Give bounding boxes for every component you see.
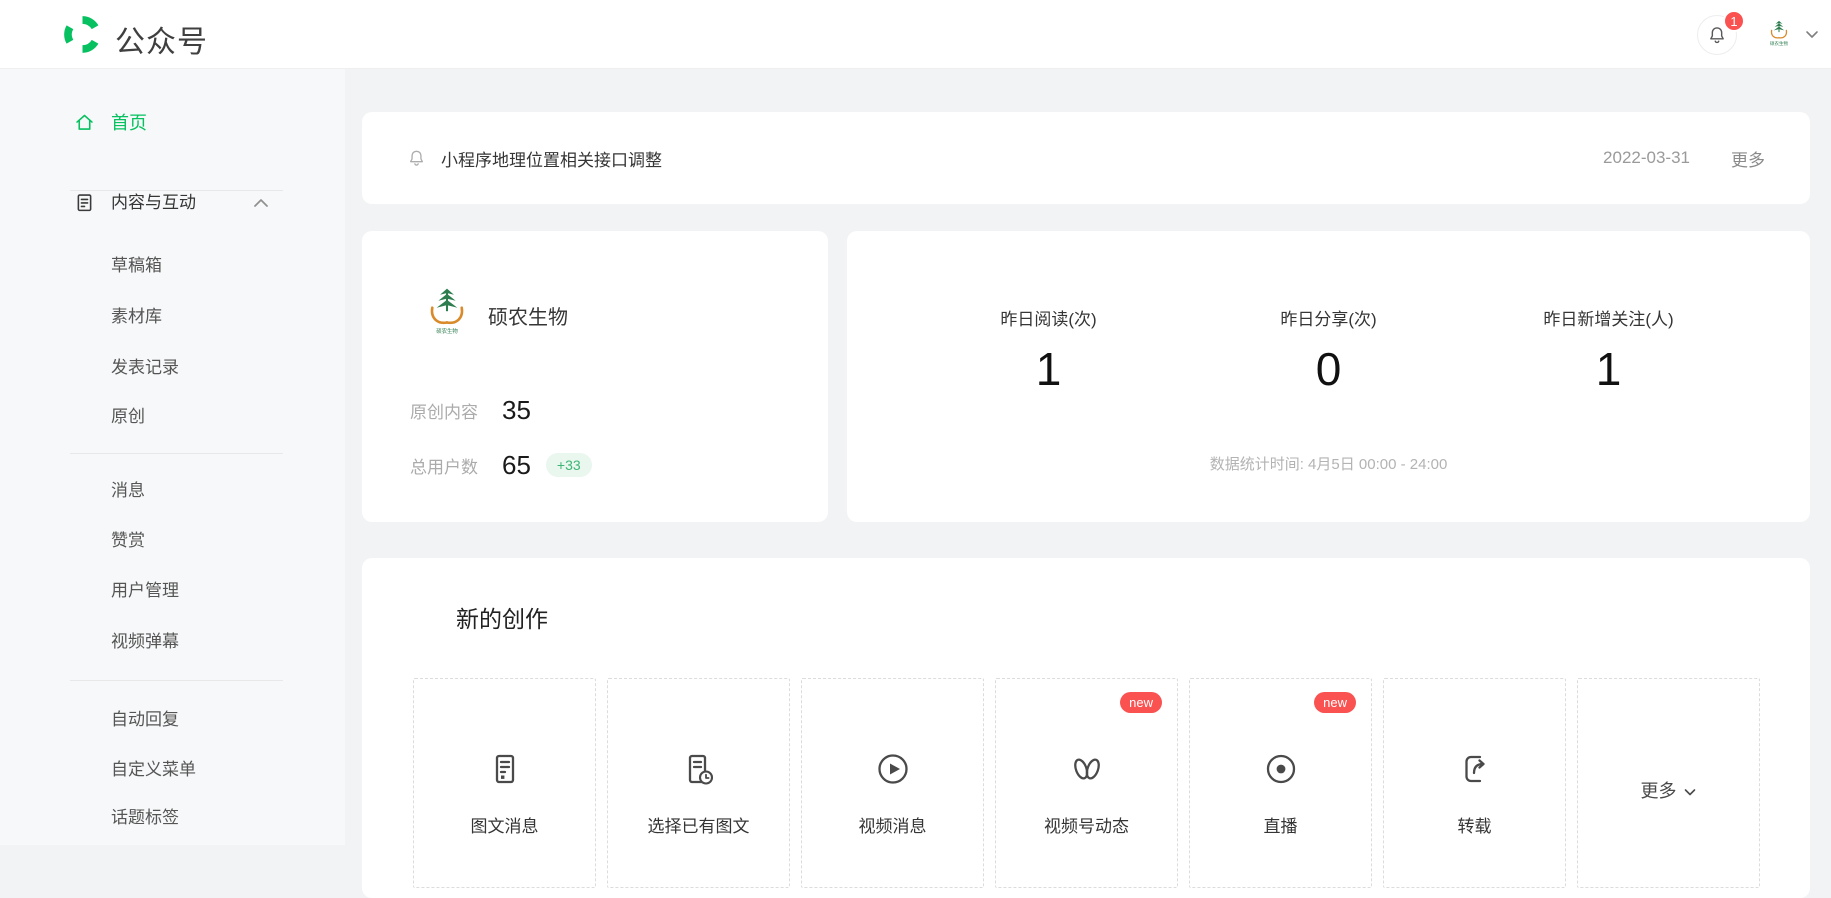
notification-count-badge: 1 — [1723, 10, 1745, 32]
chevron-up-icon[interactable] — [252, 196, 270, 210]
wheat-hands-logo-icon — [430, 288, 464, 325]
file-text-icon — [74, 192, 95, 213]
sidebar: 首页 内容与互动 草稿箱 素材库 发表记录 原创 消息 赞赏 用户管理 视频弹幕… — [0, 68, 345, 845]
article-icon — [495, 754, 514, 784]
announcement-date: 2022-03-31 — [1603, 148, 1690, 167]
tile-label: 选择已有图文 — [647, 817, 750, 836]
growth-badge: +33 — [545, 453, 592, 477]
bell-icon — [1710, 27, 1724, 44]
new-badge: new — [1314, 692, 1356, 713]
daily-stats-card: 昨日阅读(次) 1 昨日分享(次) 0 昨日新增关注(人) 1 数据统计时间: … — [847, 231, 1810, 522]
tile-label: 视频消息 — [858, 817, 927, 836]
sidebar-item-messages[interactable]: 消息 — [0, 480, 345, 502]
stat-value: 35 — [502, 394, 531, 425]
stat-label: 昨日分享(次) — [1280, 310, 1377, 329]
more-label: 更多 — [1640, 781, 1677, 801]
avatar-caption: 硕农生物 — [436, 329, 458, 335]
sidebar-item-label: 赞赏 — [111, 531, 145, 550]
daily-stats-columns: 昨日阅读(次) 1 昨日分享(次) 0 昨日新增关注(人) 1 — [847, 231, 1810, 395]
stat-label: 昨日阅读(次) — [1000, 310, 1097, 329]
account-avatar[interactable]: 硕农生物 — [1764, 18, 1794, 50]
sidebar-item-label: 首页 — [111, 113, 147, 133]
sidebar-divider — [70, 190, 283, 191]
repost-icon — [1464, 755, 1485, 783]
sidebar-item-label: 话题标签 — [111, 808, 179, 827]
sidebar-item-label: 草稿箱 — [111, 256, 162, 275]
sidebar-section-content-interaction[interactable]: 内容与互动 — [0, 192, 345, 214]
sidebar-item-label: 自定义菜单 — [111, 760, 196, 779]
sidebar-item-original[interactable]: 原创 — [0, 406, 345, 428]
chevron-down-icon — [1684, 788, 1695, 795]
top-header: 公众号 1 硕农生物 — [0, 0, 1831, 69]
sidebar-item-label: 消息 — [111, 481, 145, 500]
sidebar-divider — [70, 680, 283, 681]
bell-icon — [409, 150, 424, 166]
announcement-bar[interactable]: 小程序地理位置相关接口调整 2022-03-31 更多 — [362, 112, 1810, 204]
sidebar-item-label: 自动回复 — [111, 710, 179, 729]
sidebar-item-label: 视频弹幕 — [111, 632, 179, 651]
tile-label: 转载 — [1457, 817, 1492, 836]
channels-icon — [1073, 758, 1100, 780]
tile-choose-existing-article[interactable]: 选择已有图文 — [607, 678, 790, 888]
sidebar-item-home[interactable]: 首页 — [0, 112, 345, 134]
stat-value: 1 — [1035, 343, 1062, 395]
new-badge: new — [1120, 692, 1162, 713]
stat-yesterday-shares[interactable]: 昨日分享(次) 0 — [1189, 231, 1469, 395]
stat-row-total-users: 总用户数 65 +33 — [410, 449, 592, 481]
sidebar-divider — [70, 453, 283, 454]
sidebar-item-auto-reply[interactable]: 自动回复 — [0, 709, 345, 731]
tile-label: 图文消息 — [470, 817, 539, 836]
sidebar-item-topic-tags[interactable]: 话题标签 — [0, 807, 345, 829]
stat-yesterday-reads[interactable]: 昨日阅读(次) 1 — [909, 231, 1189, 395]
tile-live[interactable]: new 直播 — [1189, 678, 1372, 888]
new-creation-card: 新的创作 图文消息 选择已有图文 视频消息 new 视频号动态 new 直播 转… — [362, 558, 1810, 898]
wheat-hands-logo-icon — [1770, 20, 1788, 39]
stat-label: 总用户数 — [410, 457, 478, 477]
account-menu-chevron-down-icon[interactable] — [1804, 27, 1820, 41]
tile-article-message[interactable]: 图文消息 — [413, 678, 596, 888]
tile-label: 直播 — [1263, 817, 1298, 836]
article-history-icon — [688, 754, 713, 785]
sidebar-item-drafts[interactable]: 草稿箱 — [0, 255, 345, 277]
stat-yesterday-new-followers[interactable]: 昨日新增关注(人) 1 — [1469, 231, 1749, 395]
account-avatar-large: 硕农生物 — [418, 283, 476, 341]
stat-value: 1 — [1595, 343, 1622, 395]
stat-value: 0 — [1315, 343, 1342, 395]
home-icon — [74, 112, 95, 133]
stats-time-note: 数据统计时间: 4月5日 00:00 - 24:00 — [1209, 456, 1448, 473]
play-circle-icon — [877, 754, 908, 784]
sidebar-item-label: 用户管理 — [111, 581, 179, 600]
sidebar-item-publish-history[interactable]: 发表记录 — [0, 357, 345, 379]
sidebar-item-label: 发表记录 — [111, 358, 179, 377]
sidebar-item-label: 素材库 — [111, 307, 162, 326]
sidebar-item-appreciation[interactable]: 赞赏 — [0, 530, 345, 552]
tile-channels-post[interactable]: new 视频号动态 — [995, 678, 1178, 888]
app-title: 公众号 — [115, 26, 208, 59]
stat-row-original-content: 原创内容 35 — [410, 394, 531, 426]
stat-value: 65 — [502, 449, 531, 480]
account-name: 硕农生物 — [488, 307, 568, 329]
stat-label: 昨日新增关注(人) — [1543, 310, 1674, 329]
stat-label: 原创内容 — [410, 402, 478, 422]
tile-repost[interactable]: 转载 — [1383, 678, 1566, 888]
section-title: 新的创作 — [456, 606, 548, 632]
sidebar-item-material-library[interactable]: 素材库 — [0, 306, 345, 328]
sidebar-item-label: 原创 — [111, 407, 145, 426]
tile-video-message[interactable]: 视频消息 — [801, 678, 984, 888]
wechat-mp-logo-icon — [62, 14, 103, 55]
tile-more[interactable]: 更多 — [1577, 678, 1760, 888]
live-icon — [1266, 754, 1295, 784]
sidebar-item-user-management[interactable]: 用户管理 — [0, 580, 345, 602]
announcement-text[interactable]: 小程序地理位置相关接口调整 — [441, 146, 1603, 171]
avatar-caption: 硕农生物 — [1769, 41, 1788, 47]
sidebar-item-video-danmu[interactable]: 视频弹幕 — [0, 631, 345, 653]
sidebar-item-custom-menu[interactable]: 自定义菜单 — [0, 759, 345, 781]
creation-tiles: 图文消息 选择已有图文 视频消息 new 视频号动态 new 直播 转载 更多 — [413, 678, 1760, 888]
tile-label: 视频号动态 — [1044, 817, 1129, 836]
sidebar-section-label: 内容与互动 — [111, 193, 196, 212]
account-overview-card: 硕农生物 硕农生物 原创内容 35 总用户数 65 +33 — [362, 231, 828, 522]
announcement-more-link[interactable]: 更多 — [1731, 146, 1765, 171]
